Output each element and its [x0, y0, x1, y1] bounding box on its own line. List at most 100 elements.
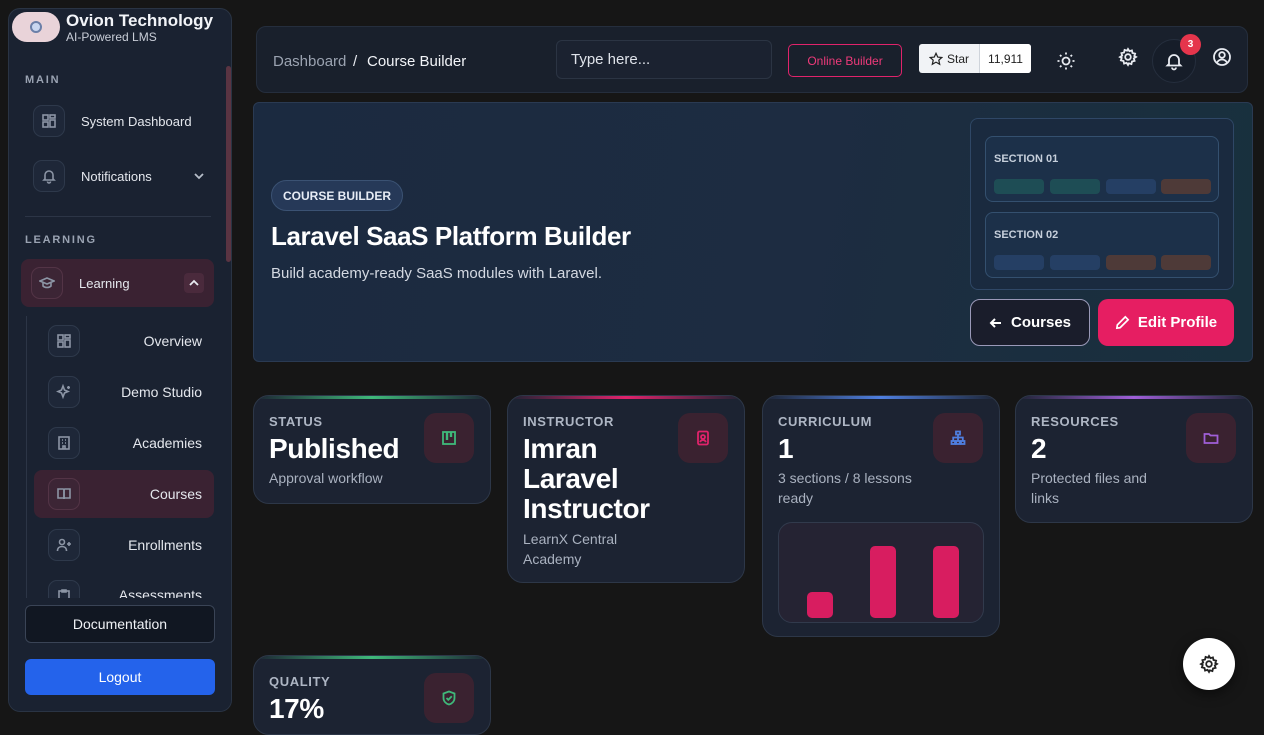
- card-accent-bar: [254, 656, 490, 659]
- sidebar-item-courses[interactable]: Courses: [34, 470, 214, 518]
- brand-name: Ovion Technology: [66, 11, 214, 30]
- card-label: CURRICULUM: [778, 414, 873, 429]
- chart-bar: [807, 592, 833, 618]
- sidebar-item-label: Demo Studio: [121, 384, 202, 400]
- documentation-button[interactable]: Documentation: [25, 605, 215, 643]
- card-accent-bar: [763, 396, 999, 399]
- section-label-learning: LEARNING: [25, 234, 97, 246]
- courses-button-label: Courses: [1010, 314, 1072, 331]
- bell-icon: [1165, 54, 1183, 71]
- gear-icon[interactable]: [1117, 46, 1139, 68]
- sparkles-icon: [48, 376, 80, 408]
- sidebar-item-enrollments[interactable]: Enrollments: [34, 521, 214, 569]
- preview-section-2: SECTION 02: [985, 212, 1219, 278]
- kanban-icon: [424, 413, 474, 463]
- preview-section-title: SECTION 01: [994, 153, 1059, 165]
- preview-section-title: SECTION 02: [994, 229, 1059, 241]
- tree-line: [26, 316, 27, 598]
- user-plus-icon: [48, 529, 80, 561]
- sidebar-item-label: System Dashboard: [81, 113, 192, 129]
- chart-bar: [870, 546, 896, 618]
- sidebar-item-demo-studio[interactable]: Demo Studio: [34, 368, 214, 416]
- stat-card-resources: RESOURCES 2 Protected files and links: [1015, 395, 1253, 523]
- lesson-chip: [1106, 179, 1156, 194]
- arrow-left-icon: [989, 317, 1001, 328]
- logo[interactable]: [12, 12, 60, 42]
- card-accent-bar: [254, 396, 490, 399]
- pencil-icon: [1115, 315, 1130, 330]
- logo-mark-icon: [30, 21, 42, 33]
- lesson-chip: [1161, 179, 1211, 194]
- sidebar-item-academies[interactable]: Academies: [34, 419, 214, 467]
- card-description: 3 sections / 8 lessons ready: [778, 470, 912, 506]
- sidebar-item-label: Assessments: [118, 587, 202, 598]
- sidebar-item-label: Overview: [143, 333, 202, 349]
- sidebar-item-assessments[interactable]: Assessments: [34, 572, 214, 598]
- online-builder-button[interactable]: Online Builder: [788, 44, 902, 77]
- sidebar-item-system-dashboard[interactable]: System Dashboard: [33, 97, 213, 145]
- star-label: Star: [946, 51, 969, 66]
- shield-check-icon: [424, 673, 474, 723]
- folder-icon: [1186, 413, 1236, 463]
- chevron-down-icon: [194, 173, 204, 180]
- card-label: RESOURCES: [1031, 414, 1119, 429]
- chevron-up-icon[interactable]: [184, 273, 204, 293]
- card-label: QUALITY: [269, 674, 331, 689]
- curriculum-preview: SECTION 01 SECTION 02: [970, 118, 1234, 290]
- card-value: Published: [269, 433, 400, 464]
- curriculum-mini-chart: [778, 522, 984, 623]
- github-star-button[interactable]: Star 11,911: [919, 44, 1031, 73]
- preview-section-1: SECTION 01: [985, 136, 1219, 202]
- notification-count-badge: 3: [1180, 34, 1201, 55]
- sidebar-item-label: Notifications: [81, 168, 152, 184]
- breadcrumb-dashboard[interactable]: Dashboard: [273, 53, 346, 70]
- sidebar-item-label: Learning: [79, 275, 130, 291]
- sidebar-item-overview[interactable]: Overview: [34, 317, 214, 365]
- card-description: Protected files and links: [1031, 470, 1147, 506]
- building-icon: [48, 427, 80, 459]
- lesson-chip: [994, 255, 1044, 270]
- course-hero: COURSE BUILDER Laravel SaaS Platform Bui…: [253, 102, 1253, 362]
- stat-card-instructor: INSTRUCTOR Imran Laravel Instructor Lear…: [507, 395, 745, 583]
- sidebar-group-learning[interactable]: Learning: [21, 259, 214, 307]
- sidebar: Ovion Technology AI-Powered LMS MAIN Sys…: [8, 8, 232, 712]
- edit-button-label: Edit Profile: [1137, 314, 1218, 331]
- brand-tagline: AI-Powered LMS: [66, 30, 157, 44]
- card-value: 1: [778, 433, 794, 464]
- chart-bar: [933, 546, 959, 618]
- card-label: INSTRUCTOR: [523, 414, 614, 429]
- bell-icon: [33, 160, 65, 192]
- settings-fab-button[interactable]: [1183, 638, 1235, 690]
- star-button-left: Star: [919, 44, 980, 73]
- user-circle-icon[interactable]: [1211, 46, 1233, 68]
- search-input[interactable]: [556, 40, 772, 79]
- course-builder-pill: COURSE BUILDER: [271, 180, 403, 211]
- star-icon: [928, 51, 943, 65]
- breadcrumb-current: Course Builder: [367, 53, 467, 70]
- stat-card-quality: QUALITY 17%: [253, 655, 491, 735]
- logout-button[interactable]: Logout: [25, 659, 215, 695]
- lesson-chip: [1106, 255, 1156, 270]
- stat-card-status: STATUS Published Approval workflow: [253, 395, 491, 504]
- dashboard-icon: [33, 105, 65, 137]
- sidebar-item-notifications[interactable]: Notifications: [33, 152, 213, 200]
- card-value: Imran Laravel Instructor: [523, 433, 650, 524]
- card-description: LearnX Central Academy: [523, 531, 618, 567]
- page-subtitle: Build academy-ready SaaS modules with La…: [271, 265, 603, 282]
- section-label-main: MAIN: [25, 74, 61, 86]
- lesson-chip: [1050, 179, 1100, 194]
- sun-icon[interactable]: [1055, 50, 1077, 72]
- courses-back-button[interactable]: Courses: [970, 299, 1090, 346]
- page-title: Laravel SaaS Platform Builder: [271, 221, 631, 251]
- card-description: Approval workflow: [269, 470, 383, 486]
- lesson-chip: [994, 179, 1044, 194]
- divider: [25, 216, 211, 217]
- star-count: 11,911: [980, 44, 1031, 73]
- badge-icon: [678, 413, 728, 463]
- sidebar-scrollbar[interactable]: [226, 66, 231, 262]
- top-bar: Dashboard / Course Builder Online Builde…: [256, 26, 1248, 93]
- gear-icon: [1199, 654, 1219, 674]
- card-label: STATUS: [269, 414, 323, 429]
- edit-profile-button[interactable]: Edit Profile: [1098, 299, 1234, 346]
- sidebar-item-label: Enrollments: [128, 537, 202, 553]
